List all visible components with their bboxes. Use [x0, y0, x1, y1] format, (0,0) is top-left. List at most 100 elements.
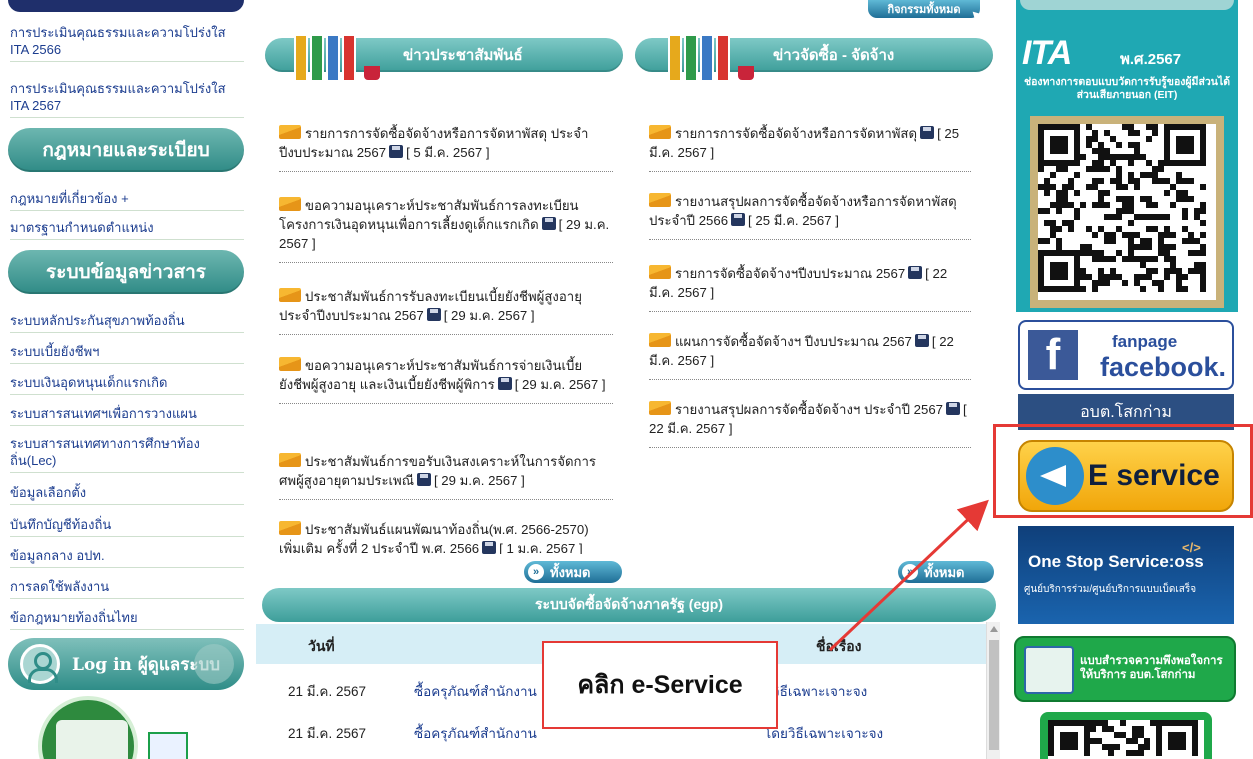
- right-top-bar: [1020, 0, 1234, 10]
- envelope-icon: [279, 125, 301, 139]
- pr-item[interactable]: ประชาสัมพันธ์การขอรับเงินสงเคราะห์ในการจ…: [279, 452, 613, 500]
- procure-item[interactable]: รายงานสรุปผลการจัดซื้อจัดจ้างฯ ประจำปี 2…: [649, 400, 971, 448]
- row-title-link[interactable]: ซื้อครุภัณฑ์สำนักงาน: [414, 680, 537, 702]
- pr-item-date: [ 29 ม.ค. 2567 ]: [443, 308, 535, 323]
- org-seal: [38, 696, 138, 759]
- left-top-bar: [8, 0, 244, 12]
- pr-item[interactable]: รายการการจัดซื้อจัดจ้างหรือการจัดหาพัสดุ…: [279, 124, 613, 172]
- pr-item[interactable]: ขอความอนุเคราะห์ประชาสัมพันธ์การจ่ายเงิน…: [279, 356, 613, 404]
- link-ita-2567[interactable]: การประเมินคุณธรรมและความโปร่งใส ITA 2567: [10, 80, 244, 118]
- link-central-data[interactable]: ข้อมูลกลาง อปท.: [10, 547, 244, 568]
- procure-all-label: ทั้งหมด: [924, 564, 965, 580]
- eservice-highlight-box: [993, 424, 1253, 518]
- procure-item[interactable]: รายงานสรุปผลการจัดซื้อจัดจ้างหรือการจัดห…: [649, 192, 971, 240]
- procure-item[interactable]: รายการจัดซื้อจัดจ้างฯปีงบประมาณ 2567[ 22…: [649, 264, 971, 312]
- facebook-label: facebook.: [1100, 352, 1227, 382]
- envelope-icon: [649, 333, 671, 347]
- envelope-icon: [279, 453, 301, 467]
- link-planning-info[interactable]: ระบบสารสนเทศฯเพื่อการวางแผน: [10, 405, 244, 426]
- pr-all-label: ทั้งหมด: [550, 564, 591, 580]
- user-shadow-icon: [194, 644, 234, 684]
- ita-year: พ.ศ.2567: [1120, 51, 1182, 68]
- egp-header: ระบบจัดซื้อจัดจ้างภาครัฐ (egp): [262, 588, 996, 622]
- link-education-info[interactable]: ระบบสารสนเทศทางการศึกษาท้องถิ่น(Lec): [10, 435, 244, 473]
- bottom-qr-code[interactable]: [1040, 712, 1212, 759]
- col-date: วันที่: [308, 638, 335, 654]
- col-title: ชื่อเรื่อง: [816, 638, 862, 654]
- ita-logo: ITA: [1022, 34, 1072, 72]
- envelope-icon: [279, 197, 301, 211]
- ita-subtitle: ช่องทางการตอบแบบวัดการรับรู้ของผู้มีส่วน…: [1023, 76, 1231, 101]
- procure-title: ข่าวจัดซื้อ - จัดจ้าง: [773, 47, 895, 64]
- egp-scrollbar[interactable]: [986, 622, 1000, 759]
- double-chevron-icon: »: [528, 564, 544, 580]
- save-icon: [914, 334, 929, 347]
- pr-item-text[interactable]: ขอความอนุเคราะห์ประชาสัมพันธ์การลงทะเบีย…: [279, 198, 579, 232]
- save-icon: [541, 217, 556, 230]
- envelope-icon: [649, 401, 671, 415]
- procure-item-text[interactable]: รายงานสรุปผลการจัดซื้อจัดจ้างฯ ประจำปี 2…: [675, 402, 943, 417]
- satisfaction-survey-button[interactable]: แบบสำรวจความพึงพอใจการให้บริการ อบต.โสกก…: [1014, 636, 1236, 702]
- scroll-thumb[interactable]: [989, 640, 999, 750]
- link-position-standard[interactable]: มาตรฐานกำหนดตำแหน่ง: [10, 219, 244, 240]
- ita-qr-code[interactable]: [1030, 116, 1224, 308]
- envelope-icon: [279, 357, 301, 371]
- org-logo: [38, 696, 222, 759]
- section-info-header: ระบบข้อมูลข่าวสาร: [8, 250, 244, 294]
- clipboard-icon: [1024, 646, 1074, 694]
- row-method-link[interactable]: โดยวิธีเฉพาะเจาะจง: [764, 722, 883, 744]
- oss-title: One Stop Service:oss: [1028, 552, 1204, 571]
- link-election-data[interactable]: ข้อมูลเลือกตั้ง: [10, 484, 244, 505]
- link-newborn-subsidy[interactable]: ระบบเงินอุดหนุนเด็กแรกเกิด: [10, 374, 244, 395]
- save-icon: [908, 266, 923, 279]
- row-method-link[interactable]: วิธีเฉพาะเจาะจง: [772, 680, 867, 702]
- instruction-callout: คลิก e-Service: [542, 641, 778, 729]
- scroll-up-icon[interactable]: [990, 626, 998, 632]
- link-energy-saving[interactable]: การลดใช้พลังงาน: [10, 578, 244, 599]
- link-related-law[interactable]: กฎหมายที่เกี่ยวข้อง +: [10, 190, 244, 211]
- procure-all-button[interactable]: » ทั้งหมด: [898, 561, 994, 583]
- section-law-header: กฎหมายและระเบียบ: [8, 128, 244, 172]
- save-icon: [389, 145, 404, 158]
- link-allowance[interactable]: ระบบเบี้ยยังชีพฯ: [10, 343, 244, 364]
- save-icon: [731, 213, 746, 226]
- double-chevron-icon: »: [902, 564, 918, 580]
- pr-item[interactable]: ประชาสัมพันธ์การรับลงทะเบียนเบี้ยยังชีพผ…: [279, 287, 613, 335]
- procure-item-text[interactable]: รายการจัดซื้อจัดจ้างฯปีงบประมาณ 2567: [675, 266, 905, 281]
- link-health-insurance[interactable]: ระบบหลักประกันสุขภาพท้องถิ่น: [10, 312, 244, 333]
- procure-item-date: [ 25 มี.ค. 2567 ]: [748, 213, 839, 228]
- one-stop-service-button[interactable]: </> One Stop Service:oss ศูนย์บริการร่วม…: [1018, 526, 1234, 624]
- envelope-icon: [649, 265, 671, 279]
- pr-all-button[interactable]: » ทั้งหมด: [524, 561, 622, 583]
- pr-item[interactable]: ประชาสัมพันธ์แผนพัฒนาท้องถิ่น(พ.ศ. 2566-…: [279, 520, 613, 554]
- save-icon: [497, 377, 512, 390]
- login-button[interactable]: Log in ผู้ดูแลระบบ: [8, 638, 244, 690]
- org-badge-icon: [148, 732, 188, 759]
- envelope-icon: [649, 193, 671, 207]
- oss-subtitle: ศูนย์บริการร่วม/ศูนย์บริการแบบเบ็ดเสร็จ: [1024, 584, 1197, 595]
- pr-item-date: [ 5 มี.ค. 2567 ]: [406, 145, 490, 160]
- procure-item[interactable]: แผนการจัดซื้อจัดจ้างฯ ปีงบประมาณ 2567[ 2…: [649, 332, 971, 380]
- save-icon: [416, 473, 431, 486]
- all-activities-button[interactable]: กิจกรรมทั้งหมด: [868, 0, 980, 18]
- user-icon: [20, 644, 60, 684]
- survey-label: แบบสำรวจความพึงพอใจการให้บริการ อบต.โสกก…: [1080, 655, 1223, 681]
- pr-title: ข่าวประชาสัมพันธ์: [403, 47, 523, 64]
- envelope-icon: [649, 125, 671, 139]
- envelope-icon: [279, 521, 301, 535]
- row-title-link[interactable]: ซื้อครุภัณฑ์สำนักงาน: [414, 722, 537, 744]
- procure-item-text[interactable]: แผนการจัดซื้อจัดจ้างฯ ปีงบประมาณ 2567: [675, 334, 912, 349]
- save-icon: [426, 308, 441, 321]
- pr-item-date: [ 29 ม.ค. 2567 ]: [514, 377, 606, 392]
- procure-item-text[interactable]: รายการการจัดซื้อจัดจ้างหรือการจัดหาพัสดุ: [675, 126, 917, 141]
- link-local-law[interactable]: ข้อกฎหมายท้องถิ่นไทย: [10, 609, 244, 630]
- procure-item[interactable]: รายการการจัดซื้อจัดจ้างหรือการจัดหาพัสดุ…: [649, 124, 971, 172]
- facebook-icon: f: [1028, 330, 1078, 380]
- binders-icon-2: [668, 22, 754, 82]
- link-ita-2566[interactable]: การประเมินคุณธรรมและความโปร่งใส ITA 2566: [10, 24, 244, 62]
- pr-item-date: [ 29 ม.ค. 2567 ]: [433, 473, 525, 488]
- pr-item[interactable]: ขอความอนุเคราะห์ประชาสัมพันธ์การลงทะเบีย…: [279, 196, 613, 263]
- facebook-fanpage-button[interactable]: f fanpage facebook.: [1018, 320, 1234, 390]
- link-local-accounting[interactable]: บันทึกบัญชีท้องถิ่น: [10, 516, 244, 537]
- pr-item-date: [ 1 ม.ค. 2567 ]: [499, 541, 583, 554]
